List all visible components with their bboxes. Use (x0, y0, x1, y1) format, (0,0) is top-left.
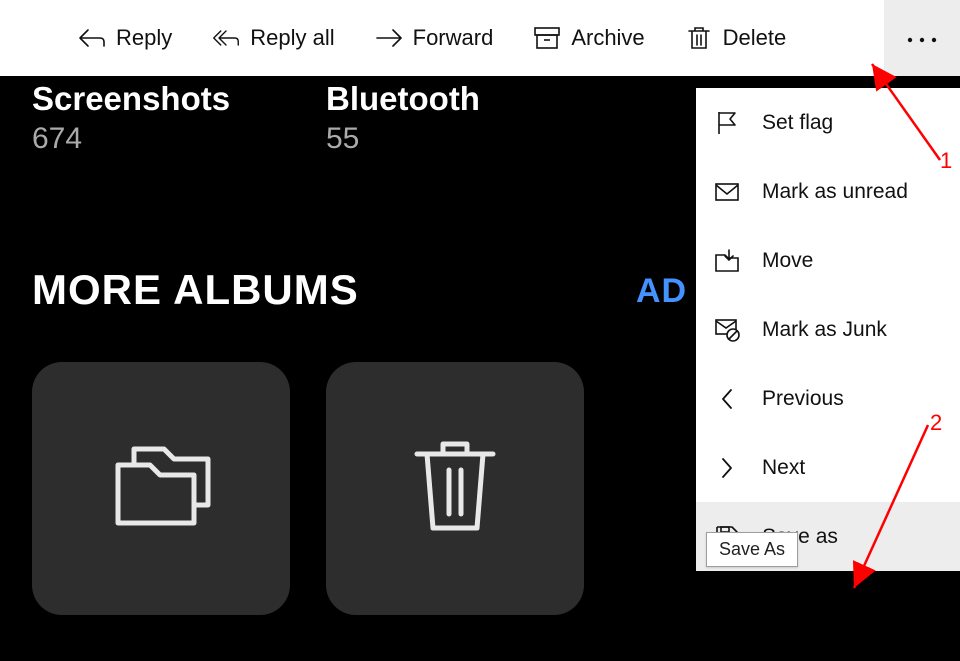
archive-label: Archive (571, 25, 644, 51)
menu-label: Next (762, 456, 805, 480)
envelope-icon (712, 177, 742, 207)
archive-icon (533, 24, 561, 52)
menu-label: Mark as Junk (762, 318, 887, 342)
delete-label: Delete (723, 25, 787, 51)
menu-next[interactable]: Next (696, 433, 960, 502)
menu-label: Previous (762, 387, 844, 411)
delete-button[interactable]: Delete (665, 0, 807, 76)
junk-icon (712, 315, 742, 345)
save-as-tooltip: Save As (706, 532, 798, 567)
menu-set-flag[interactable]: Set flag (696, 88, 960, 157)
archive-button[interactable]: Archive (513, 0, 664, 76)
more-button[interactable] (884, 0, 960, 76)
forward-icon (375, 24, 403, 52)
menu-move[interactable]: Move (696, 226, 960, 295)
album-title-bluetooth: Bluetooth (326, 80, 480, 118)
reply-button[interactable]: Reply (58, 0, 192, 76)
more-icon (904, 25, 940, 51)
reply-icon (78, 24, 106, 52)
flag-icon (712, 108, 742, 138)
album-title-screenshots: Screenshots (32, 80, 230, 118)
trash-icon (409, 436, 501, 541)
menu-label: Set flag (762, 111, 833, 135)
menu-label: Move (762, 249, 813, 273)
move-icon (712, 246, 742, 276)
reply-label: Reply (116, 25, 172, 51)
more-dropdown: Set flag Mark as unread Move Mark as Jun… (696, 88, 960, 571)
menu-previous[interactable]: Previous (696, 364, 960, 433)
album-count-screenshots: 674 (32, 122, 82, 156)
delete-icon (685, 24, 713, 52)
album-box-trash[interactable] (326, 362, 584, 615)
chevron-left-icon (712, 384, 742, 414)
menu-mark-as-unread[interactable]: Mark as unread (696, 157, 960, 226)
album-count-bluetooth: 55 (326, 122, 359, 156)
toolbar: Reply Reply all Forward Archive Delete (0, 0, 960, 76)
menu-label: Mark as unread (762, 180, 908, 204)
album-box-folder[interactable] (32, 362, 290, 615)
folder-stack-icon (106, 439, 216, 539)
more-albums-heading: MORE ALBUMS (32, 266, 359, 314)
reply-all-icon (212, 24, 240, 52)
reply-all-label: Reply all (250, 25, 334, 51)
reply-all-button[interactable]: Reply all (192, 0, 354, 76)
add-button-text[interactable]: AD (636, 272, 687, 311)
menu-mark-as-junk[interactable]: Mark as Junk (696, 295, 960, 364)
forward-label: Forward (413, 25, 494, 51)
forward-button[interactable]: Forward (355, 0, 514, 76)
chevron-right-icon (712, 453, 742, 483)
